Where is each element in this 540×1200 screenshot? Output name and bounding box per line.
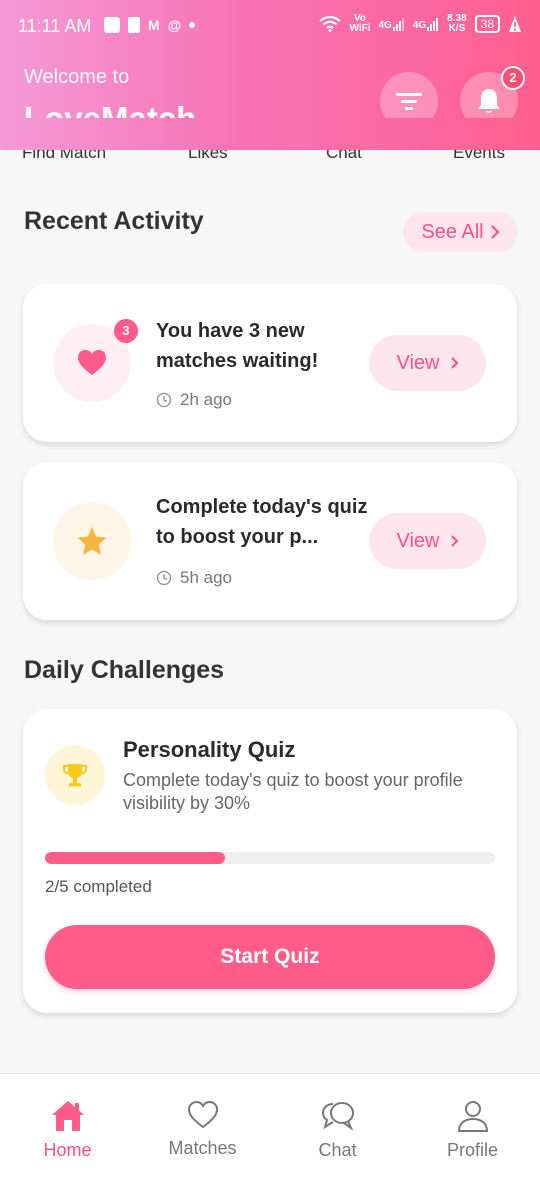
clock-icon bbox=[156, 392, 172, 408]
wifi-icon bbox=[319, 16, 342, 32]
alert-icon bbox=[509, 16, 521, 32]
signal-2-label: 4G bbox=[412, 20, 427, 31]
chevron-right-icon bbox=[450, 357, 458, 369]
recent-activity-title: Recent Activity bbox=[24, 207, 204, 235]
status-bar: 11:11 AM M @ Vo WiFi 4G 4G 8.38 K/S 38 bbox=[0, 10, 540, 46]
threads-icon: @ bbox=[167, 17, 182, 33]
status-time: 11:11 AM bbox=[18, 16, 92, 36]
heart-outline-icon bbox=[187, 1100, 218, 1129]
user-icon bbox=[457, 1101, 488, 1132]
bell-icon bbox=[478, 89, 500, 113]
signal-2: 4G bbox=[413, 17, 439, 31]
vowifi-label: Vo WiFi bbox=[349, 14, 370, 34]
signal-bars-icon bbox=[427, 18, 439, 31]
quiz-description: Complete today's quiz to boost your prof… bbox=[123, 770, 463, 813]
net-speed-unit: K/S bbox=[448, 23, 466, 34]
chevron-right-icon bbox=[450, 535, 458, 547]
welcome-text: Welcome to bbox=[24, 66, 130, 88]
activity-card-quiz[interactable]: Complete today's quiz to boost your p...… bbox=[23, 462, 517, 620]
view-button-label: View bbox=[396, 351, 440, 374]
quiz-progress-bar bbox=[45, 852, 495, 864]
bottom-navigation: Home Matches Chat Profile bbox=[0, 1073, 540, 1200]
view-button[interactable]: View bbox=[369, 335, 486, 391]
see-all-label: See All bbox=[421, 220, 484, 243]
nav-chat-label: Chat bbox=[318, 1140, 357, 1160]
activity-card-matches[interactable]: 3 You have 3 new matches waiting! 2h ago… bbox=[23, 284, 517, 442]
status-system-icons: Vo WiFi 4G 4G 8.38 K/S 38 bbox=[319, 14, 522, 34]
more-dot-icon bbox=[189, 22, 196, 28]
notification-count-badge: 2 bbox=[501, 66, 525, 90]
nav-matches-label: Matches bbox=[168, 1138, 237, 1158]
heart-icon bbox=[78, 350, 106, 375]
trophy-circle bbox=[45, 745, 105, 805]
gmail-icon: M bbox=[148, 17, 160, 33]
start-quiz-button[interactable]: Start Quiz bbox=[45, 925, 495, 989]
chat-icon bbox=[321, 1102, 354, 1131]
daily-challenges-title: Daily Challenges bbox=[24, 656, 225, 684]
filter-icon bbox=[396, 93, 422, 110]
home-icon bbox=[51, 1101, 84, 1131]
activity-title: Complete today's quiz to boost your p... bbox=[156, 496, 368, 548]
activity-time: 5h ago bbox=[156, 568, 232, 588]
activity-icon-circle bbox=[53, 502, 131, 580]
signal-1: 4G bbox=[378, 17, 404, 31]
clock-icon bbox=[156, 570, 172, 586]
nav-profile[interactable]: Profile bbox=[405, 1074, 540, 1174]
signal-bars-icon bbox=[392, 18, 404, 31]
view-button[interactable]: View bbox=[369, 513, 486, 569]
nav-home-label: Home bbox=[43, 1140, 92, 1160]
quiz-progress-fill bbox=[45, 852, 225, 864]
activity-time: 2h ago bbox=[156, 390, 232, 410]
trophy-icon bbox=[63, 764, 87, 787]
activity-time-text: 2h ago bbox=[180, 390, 232, 409]
nav-profile-label: Profile bbox=[446, 1140, 499, 1160]
view-button-label: View bbox=[396, 529, 440, 552]
challenge-card: Personality Quiz Complete today's quiz t… bbox=[23, 709, 517, 1013]
nav-home[interactable]: Home bbox=[0, 1074, 135, 1174]
nav-matches[interactable]: Matches bbox=[135, 1074, 270, 1174]
quiz-progress-text: 2/5 completed bbox=[45, 877, 152, 896]
signal-1-label: 4G bbox=[378, 20, 392, 31]
chevron-right-icon bbox=[490, 225, 500, 239]
quiz-title: Personality Quiz bbox=[123, 737, 296, 762]
wifi-text: WiFi bbox=[349, 23, 371, 34]
activity-time-text: 5h ago bbox=[180, 568, 232, 587]
notification-app-icon bbox=[104, 17, 120, 33]
new-matches-badge: 3 bbox=[114, 319, 138, 343]
net-speed: 8.38 K/S bbox=[447, 14, 466, 34]
sim-icon bbox=[128, 17, 140, 33]
header-overlay bbox=[0, 118, 540, 150]
star-icon bbox=[77, 527, 107, 555]
status-notification-icons: M @ bbox=[104, 17, 196, 33]
nav-chat[interactable]: Chat bbox=[270, 1074, 405, 1174]
activity-title: You have 3 new matches waiting! bbox=[156, 320, 319, 372]
see-all-button[interactable]: See All bbox=[403, 212, 518, 252]
battery-icon: 38 bbox=[474, 15, 500, 33]
